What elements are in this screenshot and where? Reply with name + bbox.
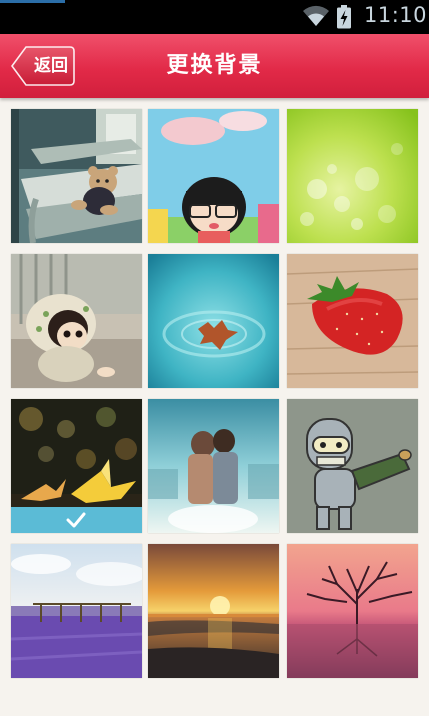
wallpaper-tile-paper-cranes-bokeh[interactable] [11, 399, 142, 533]
wallpaper-tile-green-bokeh[interactable] [287, 109, 418, 243]
title-bar: 更换背景 返回 [0, 34, 429, 98]
tree-in-pink-sunset-image [287, 544, 418, 678]
wallpaper-tile-sunset-beach[interactable] [148, 544, 279, 678]
back-button[interactable]: 返回 [11, 46, 75, 86]
teddy-bear-on-bench-image [11, 109, 142, 243]
battery-charging-icon [336, 5, 352, 33]
leaf-on-water-image [148, 254, 279, 388]
couple-kissing-image [148, 399, 279, 533]
wallpaper-tile-leaf-on-water[interactable] [148, 254, 279, 388]
wallpaper-tile-tree-in-pink-sunset[interactable] [287, 544, 418, 678]
wallpaper-tile-robot-cartoon[interactable] [287, 399, 418, 533]
wallpaper-tile-doll-in-hood[interactable] [11, 254, 142, 388]
wallpaper-tile-lavender-field[interactable] [11, 544, 142, 678]
wallpaper-tile-cartoon-girl-with-glasses[interactable] [148, 109, 279, 243]
wallpaper-tile-strawberry-on-wood[interactable] [287, 254, 418, 388]
wallpaper-tile-couple-kissing[interactable] [148, 399, 279, 533]
wifi-icon [302, 5, 330, 31]
doll-in-hood-image [11, 254, 142, 388]
cartoon-girl-with-glasses-image [148, 109, 279, 243]
wallpaper-grid [0, 98, 429, 716]
selected-indicator [11, 507, 142, 533]
status-indicator [0, 0, 65, 3]
robot-cartoon-image [287, 399, 418, 533]
status-bar: 11:10 [0, 0, 429, 34]
sunset-beach-image [148, 544, 279, 678]
check-icon [66, 512, 86, 528]
lavender-field-image [11, 544, 142, 678]
clock: 11:10 [364, 3, 428, 27]
wallpaper-tile-teddy-bear-on-bench[interactable] [11, 109, 142, 243]
back-button-label: 返回 [34, 56, 68, 76]
green-bokeh-image [287, 109, 418, 243]
strawberry-on-wood-image [287, 254, 418, 388]
